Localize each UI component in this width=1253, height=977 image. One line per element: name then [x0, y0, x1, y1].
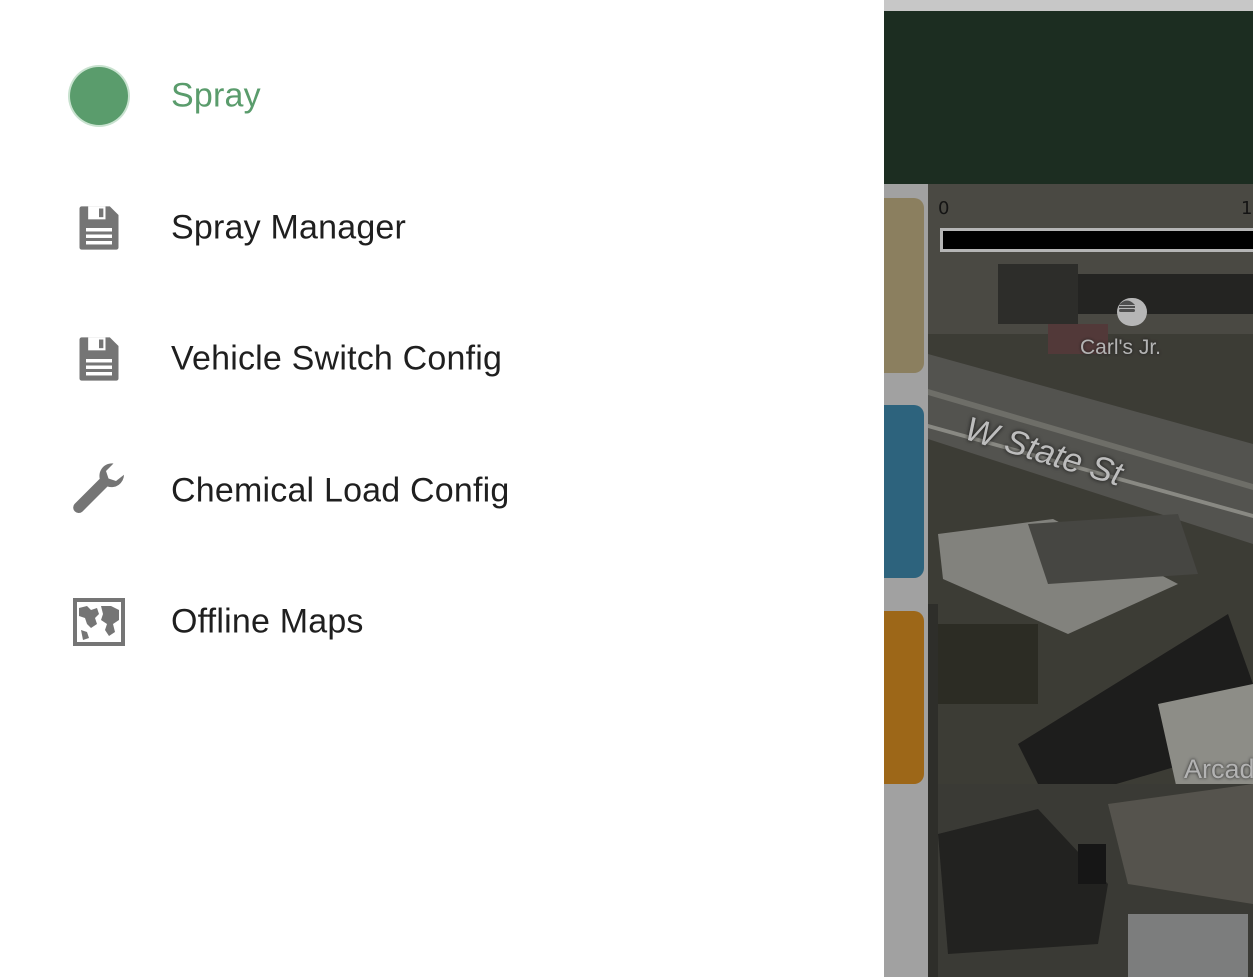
nav-item-spray-manager[interactable]: Spray Manager — [0, 173, 884, 283]
status-strip — [884, 0, 1253, 11]
nav-item-label: Vehicle Switch Config — [171, 339, 503, 378]
wrench-icon — [66, 458, 132, 524]
area-label: Arcad — [1184, 754, 1253, 784]
nav-item-chemical-load-config[interactable]: Chemical Load Config — [0, 436, 884, 546]
side-panel-button-2[interactable] — [884, 405, 924, 578]
satellite-map[interactable]: 0 1 Carl's Jr. W State St Arcad — [928, 184, 1253, 977]
scale-start-label: 0 — [938, 198, 950, 219]
app-bar — [884, 11, 1253, 184]
background-app[interactable]: 0 1 Carl's Jr. W State St Arcad — [884, 0, 1253, 977]
nav-item-label: Spray Manager — [171, 208, 407, 247]
save-icon — [66, 326, 132, 392]
side-panel-button-1[interactable] — [884, 198, 924, 373]
nav-item-label: Chemical Load Config — [171, 471, 510, 510]
burger-icon[interactable] — [1117, 298, 1147, 326]
save-icon — [66, 195, 132, 261]
map-icon — [66, 589, 132, 655]
nav-item-offline-maps[interactable]: Offline Maps — [0, 567, 884, 677]
nav-item-vehicle-switch-config[interactable]: Vehicle Switch Config — [0, 304, 884, 414]
poi-label[interactable]: Carl's Jr. — [1080, 336, 1161, 360]
navigation-drawer: Spray Spray Manager Vehicle Switch Confi… — [0, 0, 884, 977]
scale-end-label: 1 — [1241, 198, 1253, 219]
map-imagery — [928, 184, 1253, 977]
app-root: 0 1 Carl's Jr. W State St Arcad Spray Sp… — [0, 0, 1253, 977]
circle-icon — [66, 63, 132, 129]
nav-item-label: Offline Maps — [171, 602, 364, 641]
nav-item-label: Spray — [171, 76, 261, 115]
map-scale-bar — [940, 228, 1253, 252]
side-panel-button-3[interactable] — [884, 611, 924, 784]
nav-item-spray[interactable]: Spray — [0, 41, 884, 151]
